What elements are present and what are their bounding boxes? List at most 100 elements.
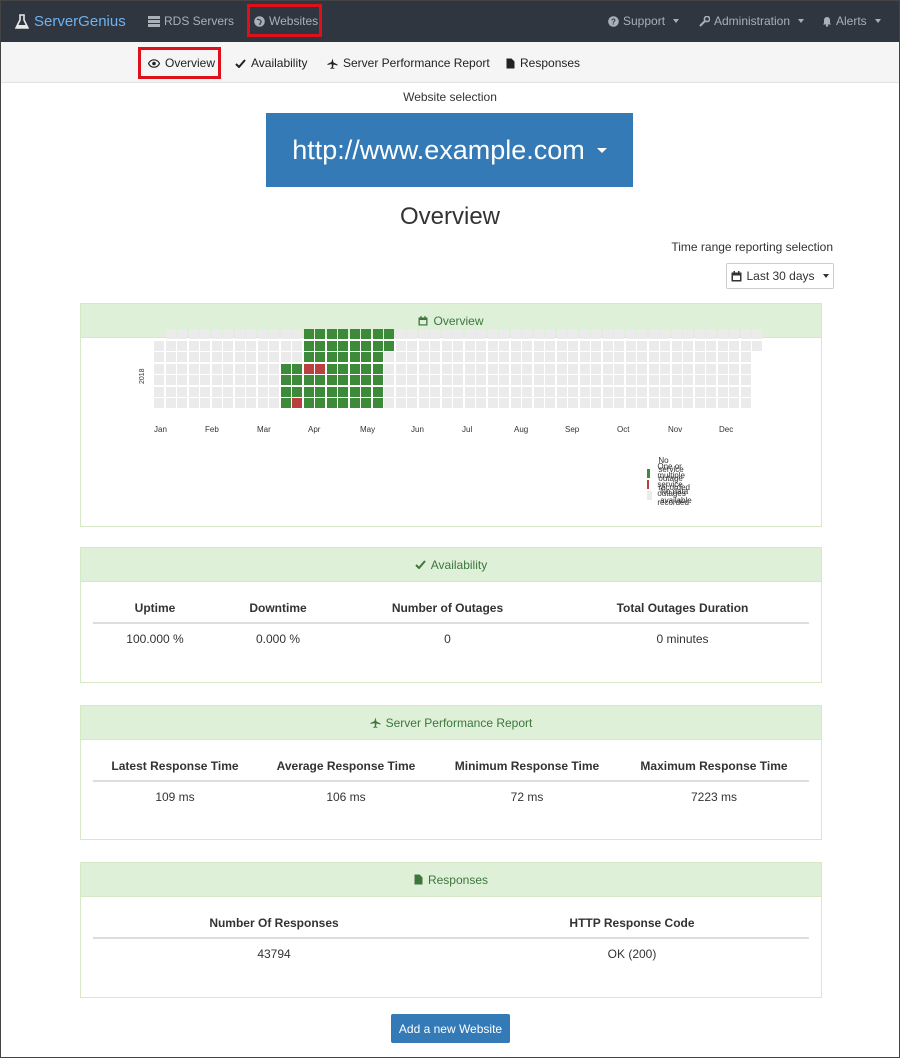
calendar-day-cell — [315, 352, 325, 362]
calendar-day-cell — [441, 340, 452, 351]
calendar-day-cell — [545, 329, 555, 339]
calendar-day-cell — [407, 386, 417, 397]
calendar-day-cell — [729, 375, 739, 385]
calendar-day-cell — [614, 352, 624, 362]
calendar-day-cell — [200, 340, 210, 351]
add-website-button[interactable]: Add a new Website — [391, 1014, 510, 1043]
calendar-day-cell — [418, 375, 429, 385]
calendar-day-cell — [717, 375, 728, 385]
calendar-day-cell — [453, 398, 463, 408]
nav-support-label: Support — [623, 14, 666, 28]
calendar-day-cell — [510, 375, 521, 385]
websites-highlight — [247, 4, 322, 37]
calendar-day-cell — [269, 386, 279, 397]
nav-administration[interactable]: Administration — [699, 14, 805, 28]
calendar-day-cell — [614, 386, 624, 397]
calendar-month-label: Dec — [719, 425, 734, 434]
calendar-day-cell — [556, 340, 567, 351]
calendar-month-label: Jan — [154, 425, 167, 434]
calendar-day-cell — [292, 329, 302, 339]
calendar-day-cell — [614, 363, 624, 374]
calendar-day-cell — [165, 398, 176, 408]
calendar-day-cell — [637, 329, 647, 339]
calendar-day-cell — [487, 329, 498, 339]
tab-performance[interactable]: Server Performance Report — [327, 56, 490, 70]
calendar-day-cell — [579, 398, 590, 408]
tab-responses[interactable]: Responses — [506, 56, 580, 70]
calendar-day-cell — [729, 386, 739, 397]
brand-link[interactable]: ServerGenius — [15, 13, 126, 30]
calendar-day-cell — [211, 363, 222, 374]
calendar-day-cell — [303, 375, 314, 385]
calendar-day-cell — [234, 386, 245, 397]
calendar-day-cell — [614, 398, 624, 408]
calendar-day-cell — [568, 386, 578, 397]
calendar-day-cell — [591, 363, 601, 374]
tab-availability[interactable]: Availability — [235, 56, 307, 70]
calendar-day-cell — [729, 363, 739, 374]
calendar-month-label: Oct — [617, 425, 630, 434]
website-select-dropdown[interactable]: http://www.example.com — [266, 113, 633, 187]
calendar-day-cell — [269, 398, 279, 408]
time-range-dropdown[interactable]: Last 30 days — [726, 263, 834, 289]
calendar-day-cell — [349, 386, 360, 397]
calendar-month-label: Feb — [205, 425, 219, 434]
calendar-day-cell — [177, 375, 187, 385]
calendar-day-cell — [165, 386, 176, 397]
calendar-day-cell — [648, 375, 659, 385]
calendar-day-cell — [395, 375, 406, 385]
nav-rds-servers[interactable]: RDS Servers — [148, 14, 234, 28]
calendar-day-cell — [338, 386, 348, 397]
calendar-day-cell — [683, 386, 693, 397]
calendar-day-cell — [499, 375, 509, 385]
calendar-day-cell — [671, 340, 682, 351]
calendar-day-cell — [660, 329, 670, 339]
nav-support[interactable]: ? Support — [608, 14, 680, 28]
chevron-down-icon — [798, 19, 805, 23]
calendar-day-cell — [384, 352, 394, 362]
calendar-day-cell — [522, 386, 532, 397]
calendar-day-cell — [326, 352, 337, 362]
calendar-day-cell — [211, 375, 222, 385]
calendar-day-cell — [533, 398, 544, 408]
calendar-day-cell — [591, 340, 601, 351]
calendar-day-cell — [706, 375, 716, 385]
calendar-day-cell — [476, 398, 486, 408]
calendar-day-cell — [729, 398, 739, 408]
calendar-day-cell — [568, 398, 578, 408]
calendar-day-cell — [660, 363, 670, 374]
calendar-icon — [418, 315, 428, 325]
calendar-day-cell — [303, 386, 314, 397]
calendar-day-cell — [660, 340, 670, 351]
availability-panel: Availability Uptime Downtime Number of O… — [80, 547, 822, 683]
calendar-day-cell — [177, 329, 187, 339]
brand-name: ServerGenius — [34, 13, 126, 30]
calendar-day-cell — [165, 363, 176, 374]
calendar-day-cell — [602, 386, 613, 397]
calendar-day-cell — [694, 363, 705, 374]
time-range-label: Time range reporting selection — [671, 240, 833, 254]
calendar-day-cell — [303, 329, 314, 339]
nav-alerts[interactable]: Alerts — [822, 14, 881, 28]
calendar-day-cell — [671, 352, 682, 362]
calendar-day-cell — [453, 363, 463, 374]
calendar-day-cell — [476, 386, 486, 397]
calendar-day-cell — [522, 352, 532, 362]
calendar-day-cell — [418, 398, 429, 408]
responses-panel: Responses Number Of Responses HTTP Respo… — [80, 862, 822, 998]
calendar-day-cell — [568, 375, 578, 385]
calendar-day-cell — [740, 340, 751, 351]
calendar-day-cell — [361, 386, 371, 397]
calendar-day-cell — [234, 363, 245, 374]
calendar-day-cell — [579, 375, 590, 385]
overview-panel: Overview 2018 Jan Feb Mar Apr May Jun Jul Aug Se… — [80, 303, 822, 527]
calendar-day-cell — [211, 398, 222, 408]
calendar-day-cell — [200, 398, 210, 408]
calendar-month-label: Jun — [411, 425, 424, 434]
calendar-day-cell — [740, 386, 751, 397]
calendar-day-cell — [165, 352, 176, 362]
table-row: 100.000 % 0.000 % 0 0 minutes — [93, 624, 809, 654]
calendar-day-cell — [487, 352, 498, 362]
calendar-day-cell — [568, 329, 578, 339]
calendar-day-cell — [694, 375, 705, 385]
